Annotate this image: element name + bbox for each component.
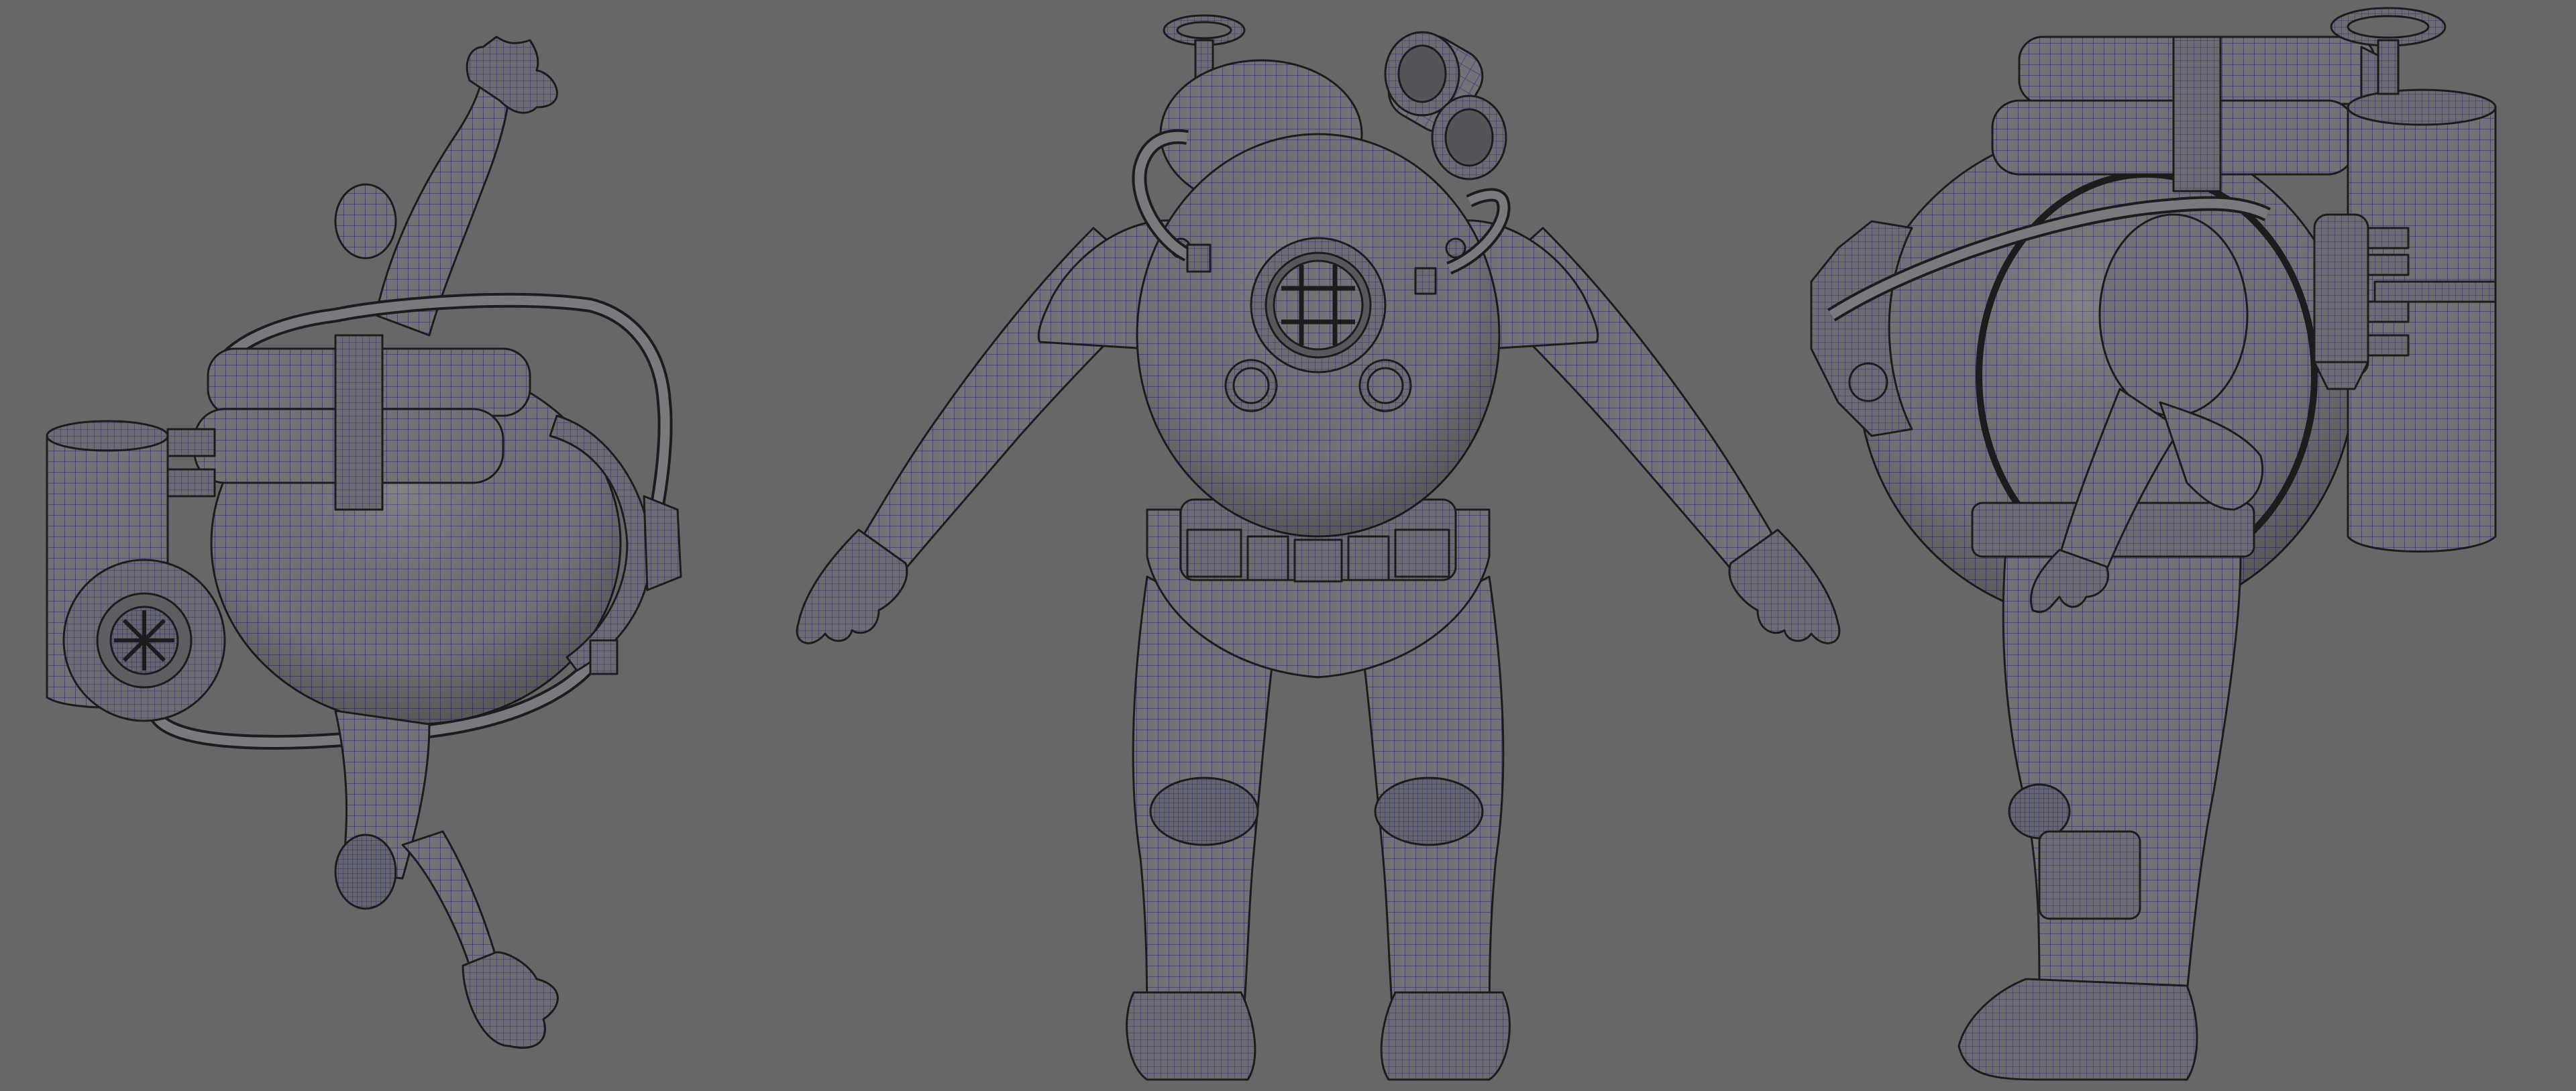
top-view-knee [334,834,397,910]
maya-viewport[interactable] [0,0,2576,1091]
front-view-knee-right [1374,777,1484,846]
diver-suit-top-view[interactable] [0,0,731,1091]
top-view-shoulder-upper [334,183,397,260]
top-view-hand-lower [462,951,559,1049]
diver-suit-side-view[interactable] [1771,0,2576,1091]
diver-suit-front-view[interactable] [718,0,1919,1091]
side-view-boot [1957,978,2198,1081]
front-view-knee-left [1149,777,1259,846]
top-view-arm-lower [401,830,498,967]
side-view-shin-pad [2038,830,2141,920]
front-view-boot-right [1380,991,1511,1081]
front-view-faceplate-glass [1273,260,1364,351]
side-view-air-tanks [1991,36,2390,192]
side-view-leg [2002,549,2242,994]
front-view-boot-left [1126,991,1256,1081]
side-view-shoulder [2098,213,2249,417]
side-view-regulator [2313,213,2369,377]
side-view-knee [2008,783,2071,840]
